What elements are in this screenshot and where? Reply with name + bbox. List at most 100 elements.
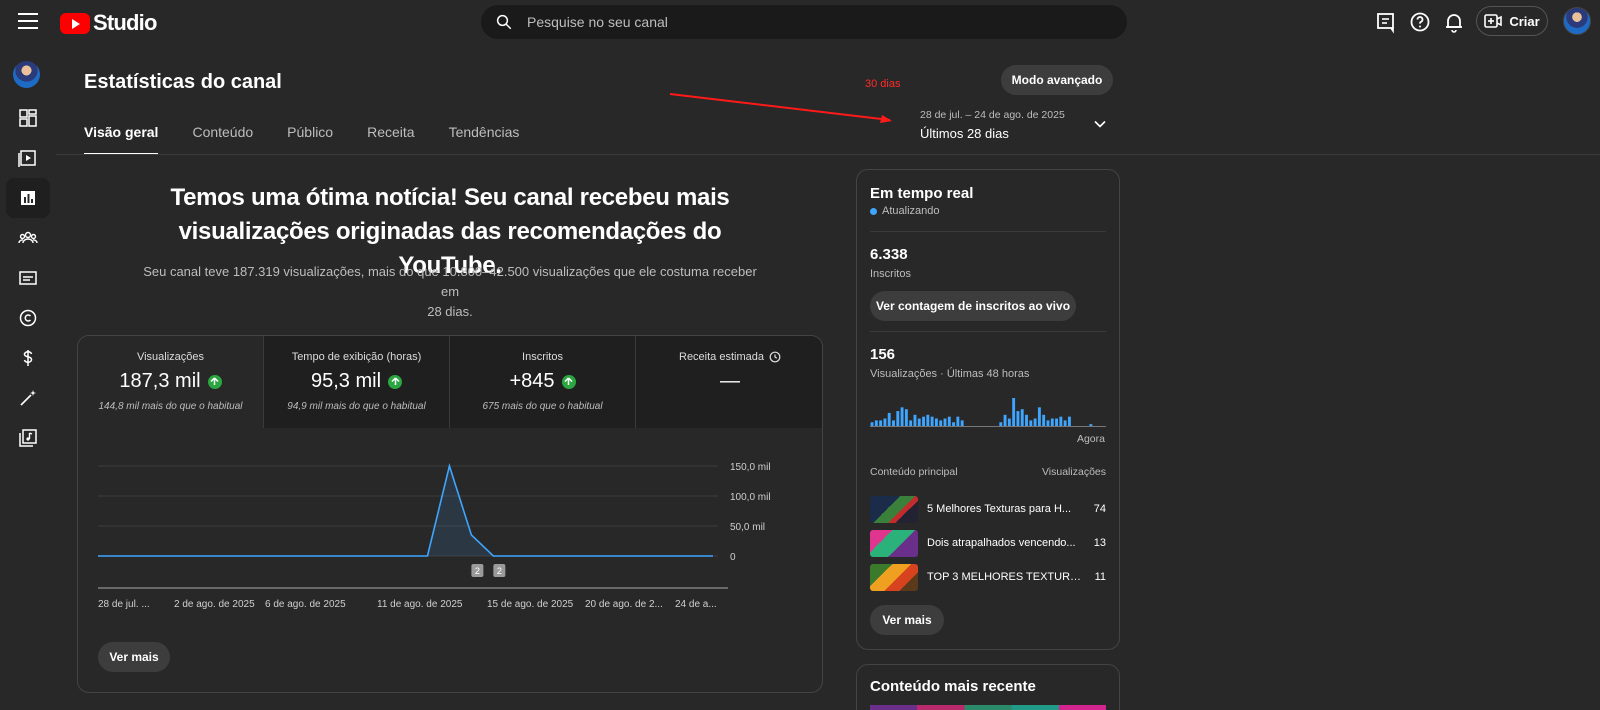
menu-icon[interactable] [18,13,38,29]
chart-line [98,463,713,557]
chart-x-tick-label: 28 de jul. ... [98,599,150,610]
realtime-bar [1029,420,1033,426]
realtime-bar [1033,418,1037,426]
annotation-text: 30 dias [865,78,901,90]
metric-subscribers-label: Inscritos [522,351,563,363]
realtime-bar [1037,407,1041,426]
sidebar-item-audio-library[interactable] [6,418,50,458]
sidebar-item-analytics[interactable] [6,178,50,218]
tab-audience[interactable]: Público [287,124,333,155]
metric-label: Visualizações [78,351,263,363]
search-bar [481,5,1127,39]
chart-x-tick-label: 15 de ago. de 2025 [487,599,574,610]
video-views: 74 [1093,503,1106,515]
realtime-status-label: Atualizando [882,205,940,217]
tab-revenue[interactable]: Receita [367,124,414,155]
chart-x-tick-label: 2 de ago. de 2025 [174,599,255,610]
sidebar [0,44,56,710]
metric-views-value: 187,3 mil [119,370,201,392]
chart-y-tick-label: 150,0 mil [730,462,771,473]
create-button[interactable]: Criar [1476,6,1548,36]
realtime-see-more-button[interactable]: Ver mais [870,605,944,635]
metric-watch-time[interactable]: Tempo de exibição (horas) 95,3 mil 94,9 … [264,336,450,428]
account-avatar[interactable] [1563,7,1591,35]
realtime-bar [943,418,947,426]
metric-revenue-label: Receita estimada [679,351,764,363]
copyright-icon [19,309,37,327]
insight-headline-line1: Temos uma ótima notícia! Seu canal receb… [170,184,730,211]
realtime-bar [913,414,917,426]
community-icon [18,231,38,244]
studio-logo[interactable]: Studio [60,10,157,36]
chart-x-tick-label: 11 de ago. de 2025 [377,599,463,610]
header-divider [56,154,1600,155]
studio-logo-text: Studio [93,10,157,35]
insight-subtitle-line2: 28 dias. [427,304,473,319]
top-content-item[interactable]: Dois atrapalhados vencendo... 13 [870,529,1106,557]
insight-subtitle: Seu canal teve 187.319 visualizações, ma… [138,262,762,322]
realtime-bar [1089,424,1093,426]
tab-content[interactable]: Conteúdo [192,124,253,155]
metric-subscribers[interactable]: Inscritos +845 675 mais do que o habitua… [450,336,636,428]
realtime-bar [1055,418,1058,426]
chart-x-tick-label: 20 de ago. de 2... [585,599,663,610]
metric-value: 95,3 mil [264,370,449,393]
feedback-icon[interactable] [1374,10,1398,34]
metric-revenue[interactable]: Receita estimada — [636,336,822,428]
metric-subscribers-value: +845 [509,370,555,392]
sidebar-item-customization[interactable] [6,378,50,418]
metric-watch-time-note: 94,9 mil mais do que o habitual [287,401,426,412]
metric-value: — [636,370,822,393]
divider [870,231,1106,232]
chart-area [98,466,713,556]
metric-value: 187,3 mil [78,370,263,393]
sidebar-item-earn[interactable] [6,338,50,378]
sidebar-item-copyright[interactable] [6,298,50,338]
trend-up-icon [388,374,403,389]
sidebar-item-content[interactable] [6,138,50,178]
sidebar-item-dashboard[interactable] [6,98,50,138]
create-video-icon [1484,14,1503,28]
annotation-arrow [669,93,892,123]
realtime-now-label: Agora [1076,433,1105,445]
realtime-bar [900,407,904,426]
sidebar-item-community[interactable] [6,218,50,258]
realtime-status: Atualizando [870,205,940,217]
trend-up-icon [561,374,576,389]
chart-marker-label: 2 [497,566,502,576]
help-icon[interactable] [1408,10,1432,34]
realtime-card: Em tempo real Atualizando 6.338 Inscrito… [856,169,1120,650]
realtime-bar [960,420,964,426]
tab-overview[interactable]: Visão geral [84,124,159,155]
sidebar-item-subtitles[interactable] [6,258,50,298]
metric-views-note: 144,8 mil mais do que o habitual [98,401,243,412]
top-content-item[interactable]: 5 Melhores Texturas para H... 74 [870,495,1106,523]
dollar-icon [23,350,33,366]
live-subscriber-count-button[interactable]: Ver contagem de inscritos ao vivo [870,291,1076,321]
search-input[interactable] [527,5,1087,39]
advanced-mode-button[interactable]: Modo avançado [1001,65,1113,95]
metric-views[interactable]: Visualizações 187,3 mil 144,8 mil mais d… [78,336,264,428]
top-content-header-left: Conteúdo principal [870,466,958,478]
date-range-selector[interactable]: 28 de jul. – 24 de ago. de 2025 Últimos … [920,109,1065,141]
chart-y-tick-label: 0 [730,552,736,563]
realtime-subscribers-value: 6.338 [870,246,908,263]
realtime-bar [1007,418,1011,426]
notifications-bell-icon[interactable] [1442,10,1466,34]
views-chart: 150,0 mil100,0 mil50,0 mil0 22 28 de jul… [98,462,771,610]
chart-y-tick-label: 100,0 mil [730,492,771,503]
tab-trends[interactable]: Tendências [449,124,520,155]
subtitles-icon [19,271,37,285]
trend-up-icon [207,374,222,389]
channel-avatar[interactable] [13,61,40,88]
top-content-item[interactable]: TOP 3 MELHORES TEXTURA... 11 [870,563,1106,591]
recent-video-thumbnail[interactable] [870,705,1106,710]
audio-library-icon [19,429,37,447]
video-title: Dois atrapalhados vencendo... [927,537,1076,549]
metric-views-label: Visualizações [136,351,205,363]
see-more-button[interactable]: Ver mais [98,642,170,672]
search-icon[interactable] [495,13,513,31]
divider [870,331,1106,332]
realtime-bar [1063,420,1067,426]
chevron-down-icon[interactable] [1093,117,1107,131]
